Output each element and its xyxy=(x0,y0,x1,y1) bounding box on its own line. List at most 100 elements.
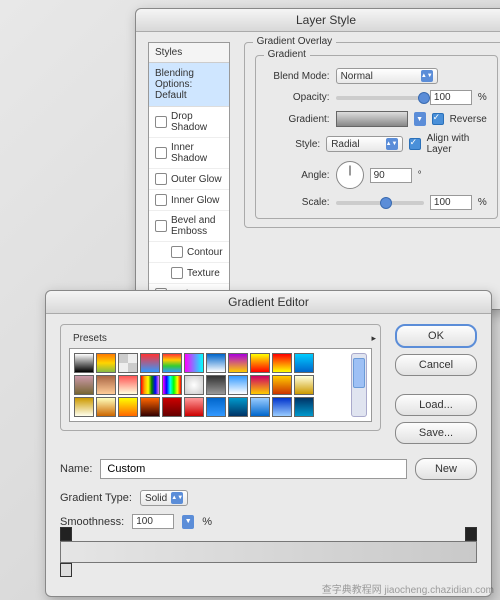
deg-label: ° xyxy=(418,170,422,181)
reverse-checkbox[interactable] xyxy=(432,113,444,125)
layer-style-title: Layer Style xyxy=(136,9,500,32)
preset-swatch[interactable] xyxy=(162,397,182,417)
opacity-stop-left[interactable] xyxy=(60,527,72,541)
style-checkbox[interactable] xyxy=(155,194,167,206)
gradient-type-select[interactable]: Solid▲▼ xyxy=(140,490,188,506)
style-label: Inner Glow xyxy=(171,195,219,206)
style-row-outer-glow[interactable]: Outer Glow xyxy=(149,169,229,190)
preset-swatch[interactable] xyxy=(250,397,270,417)
opacity-slider[interactable] xyxy=(336,96,424,100)
blend-mode-select[interactable]: Normal▲▼ xyxy=(336,68,438,84)
presets-scrollbar[interactable] xyxy=(351,353,367,417)
style-checkbox[interactable] xyxy=(155,173,167,185)
preset-swatch[interactable] xyxy=(96,353,116,373)
style-checkbox[interactable] xyxy=(171,267,183,279)
preset-swatch[interactable] xyxy=(140,353,160,373)
preset-swatch[interactable] xyxy=(294,375,314,395)
load-button[interactable]: Load... xyxy=(395,394,477,416)
gradient-swatch[interactable] xyxy=(336,111,408,127)
preset-swatch[interactable] xyxy=(250,375,270,395)
reverse-label: Reverse xyxy=(450,114,487,125)
opacity-stop-right[interactable] xyxy=(465,527,477,541)
style-row-contour[interactable]: Contour xyxy=(149,242,229,263)
preset-swatch[interactable] xyxy=(250,353,270,373)
new-button[interactable]: New xyxy=(415,458,477,480)
smoothness-label: Smoothness: xyxy=(60,516,124,528)
preset-swatch[interactable] xyxy=(272,375,292,395)
opacity-label: Opacity: xyxy=(266,92,330,103)
angle-value[interactable]: 90 xyxy=(370,168,412,183)
preset-swatch[interactable] xyxy=(118,397,138,417)
style-select[interactable]: Radial▲▼ xyxy=(326,136,402,152)
angle-dial[interactable] xyxy=(336,161,364,189)
presets-label: Presets xyxy=(73,333,107,344)
preset-swatch[interactable] xyxy=(96,397,116,417)
style-label: Bevel and Emboss xyxy=(171,215,223,237)
style-checkbox[interactable] xyxy=(155,116,167,128)
preset-swatch[interactable] xyxy=(118,375,138,395)
ok-button[interactable]: OK xyxy=(395,324,477,348)
align-checkbox[interactable] xyxy=(409,138,421,150)
gradient-type-label: Gradient Type: xyxy=(60,492,132,504)
style-checkbox[interactable] xyxy=(155,147,167,159)
opacity-value[interactable]: 100 xyxy=(430,90,472,105)
preset-swatch[interactable] xyxy=(140,397,160,417)
style-row-drop-shadow[interactable]: Drop Shadow xyxy=(149,107,229,138)
preset-swatch[interactable] xyxy=(140,375,160,395)
gradient-bar[interactable] xyxy=(60,541,477,563)
preset-swatch[interactable] xyxy=(272,353,292,373)
blend-mode-label: Blend Mode: xyxy=(266,71,330,82)
preset-swatch[interactable] xyxy=(74,375,94,395)
gradient-label: Gradient: xyxy=(266,114,330,125)
name-input[interactable] xyxy=(100,459,407,479)
style-label: Texture xyxy=(187,268,220,279)
preset-swatch[interactable] xyxy=(206,397,226,417)
scale-value[interactable]: 100 xyxy=(430,195,472,210)
color-stop-left[interactable] xyxy=(60,563,72,577)
preset-swatch[interactable] xyxy=(184,397,204,417)
preset-swatch[interactable] xyxy=(162,375,182,395)
preset-swatch[interactable] xyxy=(294,397,314,417)
preset-swatch[interactable] xyxy=(74,353,94,373)
updown-icon: ▲▼ xyxy=(421,70,433,82)
pct-label: % xyxy=(478,92,487,103)
preset-swatch[interactable] xyxy=(272,397,292,417)
pct-label: % xyxy=(202,516,212,528)
style-row-inner-glow[interactable]: Inner Glow xyxy=(149,190,229,211)
style-row-texture[interactable]: Texture xyxy=(149,263,229,284)
preset-swatch[interactable] xyxy=(184,353,204,373)
style-label: Inner Shadow xyxy=(171,142,223,164)
panel-legend: Gradient Overlay xyxy=(253,36,337,47)
preset-swatch[interactable] xyxy=(294,353,314,373)
updown-icon: ▲▼ xyxy=(386,138,398,150)
preset-swatch[interactable] xyxy=(162,353,182,373)
styles-header: Styles xyxy=(149,43,229,63)
style-row-bevel-and-emboss[interactable]: Bevel and Emboss xyxy=(149,211,229,242)
preset-swatch[interactable] xyxy=(228,375,248,395)
gradient-dropdown-icon[interactable]: ▼ xyxy=(414,112,426,126)
angle-label: Angle: xyxy=(266,170,330,181)
style-checkbox[interactable] xyxy=(171,246,183,258)
scale-slider[interactable] xyxy=(336,201,424,205)
blending-options-row[interactable]: Blending Options: Default xyxy=(149,63,229,107)
preset-swatch[interactable] xyxy=(206,375,226,395)
preset-swatch[interactable] xyxy=(118,353,138,373)
preset-swatch[interactable] xyxy=(184,375,204,395)
scale-label: Scale: xyxy=(266,197,330,208)
save-button[interactable]: Save... xyxy=(395,422,477,444)
preset-swatch[interactable] xyxy=(74,397,94,417)
name-label: Name: xyxy=(60,463,92,475)
style-row-inner-shadow[interactable]: Inner Shadow xyxy=(149,138,229,169)
smoothness-dropdown-icon[interactable]: ▼ xyxy=(182,515,194,529)
cancel-button[interactable]: Cancel xyxy=(395,354,477,376)
style-checkbox[interactable] xyxy=(155,220,167,232)
preset-swatch[interactable] xyxy=(228,353,248,373)
pct-label: % xyxy=(478,197,487,208)
smoothness-value[interactable]: 100 xyxy=(132,514,174,529)
preset-swatch[interactable] xyxy=(206,353,226,373)
preset-swatch[interactable] xyxy=(228,397,248,417)
gradient-editor-title: Gradient Editor xyxy=(46,291,491,314)
gradient-editor-window: Gradient Editor Presets ▸ OK Cancel Load.… xyxy=(45,290,492,597)
preset-swatch[interactable] xyxy=(96,375,116,395)
flyout-icon[interactable]: ▸ xyxy=(371,333,376,344)
